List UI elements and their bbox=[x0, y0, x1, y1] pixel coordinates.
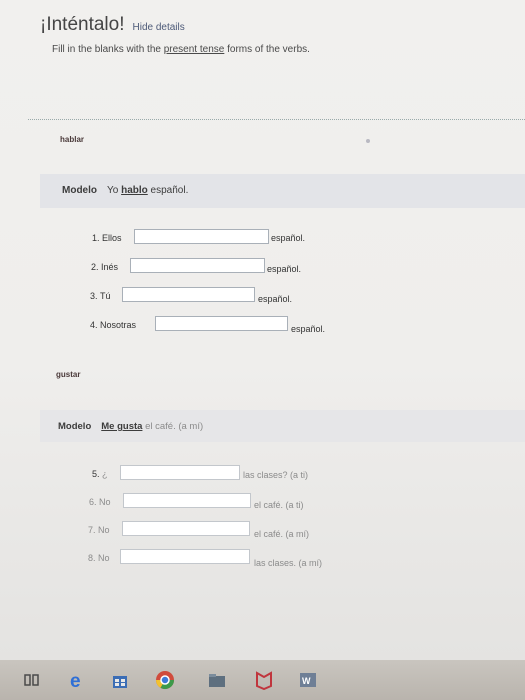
item-8: 8. No bbox=[88, 553, 110, 563]
item-2: 2. Inés bbox=[91, 262, 118, 272]
modelo-1: Modelo Yo hablo español. bbox=[62, 185, 188, 196]
item-number: 5. bbox=[92, 469, 100, 479]
item-after-2: español. bbox=[267, 264, 302, 274]
item-subject: Ellos bbox=[102, 233, 122, 243]
mcafee-icon[interactable] bbox=[254, 670, 274, 691]
instructions: Fill in the blanks with the present tens… bbox=[52, 44, 310, 55]
answer-input-6[interactable] bbox=[123, 493, 251, 508]
instructions-pre: Fill in the blanks with the bbox=[52, 44, 164, 55]
item-subject: No bbox=[98, 525, 110, 535]
taskbar: e W bbox=[0, 660, 525, 700]
expand-dot-icon[interactable] bbox=[366, 139, 370, 143]
item-subject: Inés bbox=[101, 262, 119, 272]
item-subject: No bbox=[98, 553, 110, 563]
verb-label-hablar: hablar bbox=[60, 135, 85, 144]
answer-input-1[interactable] bbox=[134, 229, 269, 244]
item-7: 7. No bbox=[88, 525, 110, 535]
item-after-3: español. bbox=[258, 294, 293, 304]
svg-text:W: W bbox=[302, 676, 311, 686]
item-number: 1. bbox=[92, 233, 100, 243]
word-icon[interactable]: W bbox=[298, 670, 318, 690]
section-divider bbox=[28, 119, 525, 120]
item-number: 3. bbox=[90, 291, 98, 301]
page-title: ¡Inténtalo! bbox=[40, 14, 125, 35]
item-after-1: español. bbox=[271, 233, 306, 243]
task-view-icon[interactable] bbox=[22, 670, 42, 690]
item-subject: ¿ bbox=[102, 469, 108, 479]
item-number: 2. bbox=[91, 262, 99, 272]
modelo-post: el café. (a mí) bbox=[142, 421, 204, 432]
edge-icon[interactable]: e bbox=[68, 670, 88, 692]
title-row: ¡Inténtalo! Hide details bbox=[40, 14, 185, 36]
item-subject: Tú bbox=[100, 291, 111, 301]
item-5: 5. ¿ bbox=[92, 469, 108, 479]
item-after-8: las clases. (a mí) bbox=[254, 558, 323, 568]
item-number: 6. bbox=[89, 497, 97, 507]
answer-input-7[interactable] bbox=[122, 521, 250, 536]
item-1: 1. Ellos bbox=[92, 233, 122, 243]
item-subject: Nosotras bbox=[100, 320, 137, 330]
answer-input-4[interactable] bbox=[155, 316, 288, 331]
item-after-5: las clases? (a ti) bbox=[243, 470, 309, 480]
answer-input-3[interactable] bbox=[122, 287, 255, 302]
present-tense-link[interactable]: present tense bbox=[164, 44, 225, 55]
hide-details-link[interactable]: Hide details bbox=[133, 22, 185, 33]
modelo-verb: hablo bbox=[121, 185, 148, 196]
svg-text:e: e bbox=[70, 671, 81, 690]
answer-input-8[interactable] bbox=[120, 549, 250, 564]
modelo-verb: Me gusta bbox=[101, 421, 143, 432]
verb-label-gustar: gustar bbox=[56, 370, 81, 379]
item-after-6: el café. (a ti) bbox=[254, 500, 304, 510]
item-after-7: el café. (a mí) bbox=[254, 529, 310, 539]
item-3: 3. Tú bbox=[90, 291, 111, 301]
instructions-post: forms of the verbs. bbox=[224, 44, 310, 55]
modelo-label: Modelo bbox=[62, 185, 97, 196]
modelo-post: español. bbox=[147, 185, 189, 196]
answer-input-5[interactable] bbox=[120, 465, 240, 480]
exercise-page: ¡Inténtalo! Hide details Fill in the bla… bbox=[0, 0, 525, 660]
file-explorer-icon[interactable] bbox=[207, 670, 227, 690]
item-number: 7. bbox=[88, 525, 96, 535]
store-icon[interactable] bbox=[110, 670, 130, 690]
item-number: 8. bbox=[88, 553, 96, 563]
item-subject: No bbox=[99, 497, 111, 507]
item-4: 4. Nosotras bbox=[90, 320, 136, 330]
chrome-icon[interactable] bbox=[155, 670, 175, 690]
item-6: 6. No bbox=[89, 497, 111, 507]
modelo-2: Modelo Me gusta el café. (a mí) bbox=[58, 421, 203, 432]
modelo-label: Modelo bbox=[58, 421, 92, 432]
answer-input-2[interactable] bbox=[130, 258, 265, 273]
item-number: 4. bbox=[90, 320, 98, 330]
item-after-4: español. bbox=[291, 324, 326, 334]
modelo-pre: Yo bbox=[107, 185, 122, 196]
